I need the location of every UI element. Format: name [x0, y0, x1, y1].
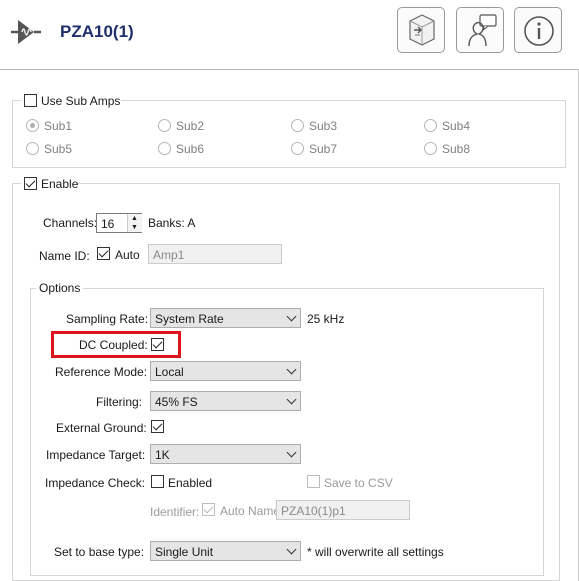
- name-id-field[interactable]: Amp1: [148, 244, 282, 264]
- base-type-value: Single Unit: [155, 545, 214, 559]
- use-sub-amps-label: Use Sub Amps: [41, 94, 121, 108]
- info-button[interactable]: [514, 7, 562, 53]
- sampling-rate-select[interactable]: System Rate: [150, 308, 301, 328]
- identifier-label: Identifier:: [150, 505, 200, 519]
- base-type-note: * will overwrite all settings: [307, 545, 444, 559]
- radio-sub8[interactable]: [424, 142, 437, 155]
- channels-value: 16: [101, 217, 115, 231]
- impedance-enabled-checkbox[interactable]: [151, 475, 164, 488]
- channels-stepper[interactable]: 16 ▲ ▼: [96, 213, 142, 233]
- channels-label: Channels:: [43, 216, 98, 230]
- enable-checkbox[interactable]: [24, 177, 37, 190]
- base-type-select[interactable]: Single Unit: [150, 541, 301, 561]
- external-ground-label: External Ground:: [56, 421, 147, 435]
- radio-sub5[interactable]: [26, 142, 39, 155]
- dc-coupled-label: DC Coupled:: [79, 338, 148, 352]
- save-csv-label: Save to CSV: [324, 476, 393, 490]
- identifier-field[interactable]: PZA10(1)p1: [276, 500, 410, 520]
- header: PZA10(1): [0, 0, 579, 70]
- sampling-rate-label: Sampling Rate:: [66, 312, 149, 326]
- radio-sub6[interactable]: [158, 142, 171, 155]
- enable-row[interactable]: Enable: [21, 176, 79, 192]
- reference-mode-value: Local: [155, 365, 184, 379]
- auto-label: Auto: [115, 248, 140, 262]
- radio-sub4[interactable]: [424, 119, 437, 132]
- chevron-down-icon: [286, 447, 297, 458]
- impedance-target-label: Impedance Target:: [46, 448, 146, 462]
- sub-amps-group: [12, 100, 566, 168]
- radio-sub5-label: Sub5: [44, 142, 73, 156]
- radio-sub3[interactable]: [291, 119, 304, 132]
- name-id-label: Name ID:: [39, 249, 90, 263]
- options-group-label: Options: [36, 281, 84, 295]
- enable-label: Enable: [41, 177, 79, 191]
- chevron-down-icon[interactable]: ▼: [131, 223, 138, 232]
- chevron-down-icon: [286, 311, 297, 322]
- impedance-target-value: 1K: [155, 448, 170, 462]
- filtering-select[interactable]: 45% FS: [150, 391, 301, 411]
- radio-sub3-label: Sub3: [309, 119, 338, 133]
- auto-name-checkbox[interactable]: [97, 247, 110, 260]
- radio-sub6-label: Sub6: [176, 142, 205, 156]
- filtering-value: 45% FS: [155, 395, 198, 409]
- header-divider: [0, 69, 579, 70]
- save-csv-checkbox[interactable]: [307, 475, 320, 488]
- chevron-down-icon: [286, 364, 297, 375]
- impedance-enabled-label: Enabled: [168, 476, 213, 490]
- auto-name-label: Auto Name: [220, 504, 281, 518]
- name-id-placeholder: Amp1: [153, 248, 185, 262]
- banks-text: Banks: A: [148, 216, 196, 230]
- person-speech-icon: [463, 13, 499, 50]
- radio-sub7-label: Sub7: [309, 142, 338, 156]
- notes-button[interactable]: [456, 7, 504, 53]
- radio-sub7[interactable]: [291, 142, 304, 155]
- radio-sub1[interactable]: [26, 119, 39, 132]
- sampling-rate-unit: 25 kHz: [307, 312, 345, 326]
- configure-button[interactable]: [397, 7, 445, 53]
- base-type-label: Set to base type:: [54, 545, 145, 559]
- chevron-down-icon: [286, 544, 297, 555]
- radio-sub2[interactable]: [158, 119, 171, 132]
- amplifier-waveform-icon: [10, 17, 42, 47]
- impedance-check-label: Impedance Check:: [45, 476, 146, 490]
- stepper-arrows[interactable]: ▲ ▼: [127, 214, 142, 232]
- use-sub-amps-checkbox[interactable]: [24, 94, 37, 107]
- radio-sub8-label: Sub8: [442, 142, 471, 156]
- reference-mode-label: Reference Mode:: [55, 365, 148, 379]
- use-sub-amps-row[interactable]: Use Sub Amps: [21, 93, 121, 109]
- external-ground-checkbox[interactable]: [151, 420, 164, 433]
- page-title: PZA10(1): [60, 22, 134, 41]
- impedance-target-select[interactable]: 1K: [150, 444, 301, 464]
- identifier-value: PZA10(1)p1: [281, 504, 346, 518]
- chevron-down-icon: [286, 394, 297, 405]
- radio-sub4-label: Sub4: [442, 119, 471, 133]
- radio-sub1-label: Sub1: [44, 119, 73, 133]
- chevron-up-icon[interactable]: ▲: [131, 214, 138, 223]
- cube-arrow-icon: [406, 13, 438, 50]
- sampling-rate-value: System Rate: [155, 312, 224, 326]
- auto-identifier-checkbox[interactable]: [202, 503, 215, 516]
- dc-coupled-checkbox[interactable]: [151, 338, 164, 351]
- radio-sub2-label: Sub2: [176, 119, 205, 133]
- info-icon: [522, 14, 556, 51]
- reference-mode-select[interactable]: Local: [150, 361, 301, 381]
- filtering-label: Filtering:: [96, 395, 143, 409]
